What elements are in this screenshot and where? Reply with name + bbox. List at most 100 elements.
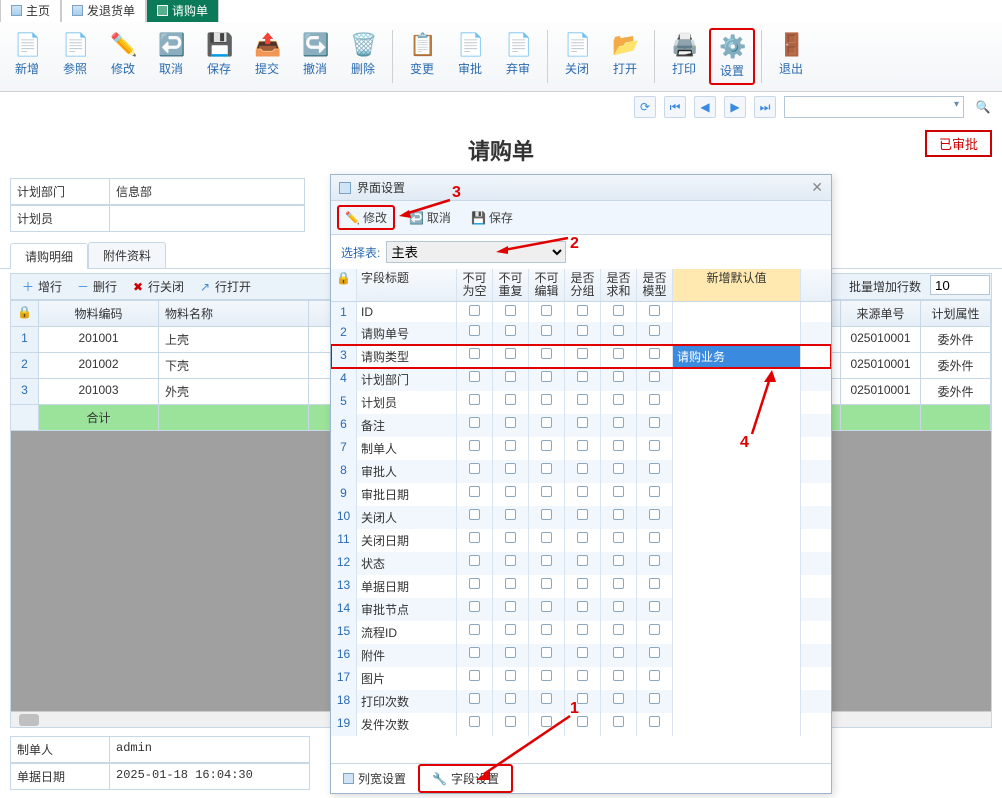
checkbox[interactable] [469,578,480,589]
checkbox[interactable] [541,305,552,316]
checkbox[interactable] [577,670,588,681]
field-title[interactable]: 状态 [357,552,457,575]
field-row[interactable]: 3 请购类型 请购业务 [331,345,831,368]
cell-code[interactable]: 201003 [39,379,159,405]
checkbox[interactable] [469,417,480,428]
cancel-button[interactable]: ↩️取消 [148,28,194,85]
close-button[interactable]: 📄关闭 [554,28,600,85]
checkbox[interactable] [505,486,516,497]
checkbox[interactable] [613,463,624,474]
col-field-title[interactable]: 字段标题 [357,269,457,301]
checkbox[interactable] [577,305,588,316]
checkbox[interactable] [469,394,480,405]
field-title[interactable]: 备注 [357,414,457,437]
cell-plan[interactable]: 委外件 [921,353,991,379]
checkbox[interactable] [469,601,480,612]
checkbox[interactable] [577,440,588,451]
field-row[interactable]: 14 审批节点 [331,598,831,621]
checkbox[interactable] [649,348,660,359]
edit-button[interactable]: ✏️修改 [100,28,146,85]
checkbox[interactable] [649,624,660,635]
checkbox[interactable] [469,670,480,681]
checkbox[interactable] [469,325,480,336]
cell-source[interactable]: 025010001 [841,327,921,353]
checkbox[interactable] [541,693,552,704]
checkbox[interactable] [469,486,480,497]
col-plan[interactable]: 计划属性 [921,301,991,327]
new-button[interactable]: 📄新增 [4,28,50,85]
field-title[interactable]: 制单人 [357,437,457,460]
checkbox[interactable] [469,624,480,635]
cell-plan[interactable]: 委外件 [921,379,991,405]
checkbox[interactable] [613,394,624,405]
field-row[interactable]: 4 计划部门 [331,368,831,391]
checkbox[interactable] [541,325,552,336]
search-combo[interactable] [784,96,964,118]
checkbox[interactable] [505,371,516,382]
cell-source[interactable]: 025010001 [841,353,921,379]
default-value[interactable] [673,368,801,391]
default-value[interactable] [673,529,801,552]
field-title[interactable]: 计划员 [357,391,457,414]
tab-field-settings[interactable]: 🔧字段设置 [418,764,513,793]
save-button[interactable]: 💾保存 [196,28,242,85]
col-model[interactable]: 是否 模型 [637,269,673,301]
prev-record-button[interactable]: ◀ [694,96,716,118]
checkbox[interactable] [505,417,516,428]
checkbox[interactable] [505,463,516,474]
planner-value[interactable] [110,205,305,232]
checkbox[interactable] [469,693,480,704]
checkbox[interactable] [613,440,624,451]
checkbox[interactable] [613,716,624,727]
checkbox[interactable] [505,647,516,658]
next-record-button[interactable]: ▶ [724,96,746,118]
tab-home[interactable]: 主页 [0,0,61,22]
dialog-titlebar[interactable]: 界面设置 ✕ [331,175,831,201]
checkbox[interactable] [469,440,480,451]
checkbox[interactable] [469,647,480,658]
checkbox[interactable] [613,693,624,704]
checkbox[interactable] [649,532,660,543]
checkbox[interactable] [649,371,660,382]
tab-requisition[interactable]: 请购单 [146,0,219,22]
checkbox[interactable] [577,578,588,589]
checkbox[interactable] [541,670,552,681]
field-title[interactable]: 审批日期 [357,483,457,506]
field-row[interactable]: 12 状态 [331,552,831,575]
last-record-button[interactable]: ⏭ [754,96,776,118]
field-row[interactable]: 8 审批人 [331,460,831,483]
field-row[interactable]: 15 流程ID [331,621,831,644]
cell-code[interactable]: 201002 [39,353,159,379]
field-row[interactable]: 7 制单人 [331,437,831,460]
checkbox[interactable] [577,693,588,704]
field-title[interactable]: 请购类型 [357,345,457,368]
checkbox[interactable] [613,647,624,658]
default-value[interactable] [673,667,801,690]
tab-col-width[interactable]: 列宽设置 [331,764,418,793]
default-value[interactable] [673,391,801,414]
field-row[interactable]: 17 图片 [331,667,831,690]
field-title[interactable]: 请购单号 [357,322,457,345]
checkbox[interactable] [505,394,516,405]
checkbox[interactable] [577,647,588,658]
checkbox[interactable] [613,348,624,359]
checkbox[interactable] [505,578,516,589]
default-value[interactable] [673,483,801,506]
checkbox[interactable] [649,417,660,428]
checkbox[interactable] [613,555,624,566]
checkbox[interactable] [613,532,624,543]
checkbox[interactable] [577,486,588,497]
field-row[interactable]: 2 请购单号 [331,322,831,345]
checkbox[interactable] [541,371,552,382]
field-row[interactable]: 19 发件次数 [331,713,831,736]
select-table[interactable]: 主表 [386,241,566,263]
open-button[interactable]: 📂打开 [602,28,648,85]
checkbox[interactable] [577,601,588,612]
checkbox[interactable] [649,716,660,727]
checkbox[interactable] [577,417,588,428]
field-title[interactable]: ID [357,302,457,322]
delete-row-button[interactable]: －删行 [76,278,117,295]
checkbox[interactable] [505,624,516,635]
checkbox[interactable] [649,555,660,566]
checkbox[interactable] [577,555,588,566]
